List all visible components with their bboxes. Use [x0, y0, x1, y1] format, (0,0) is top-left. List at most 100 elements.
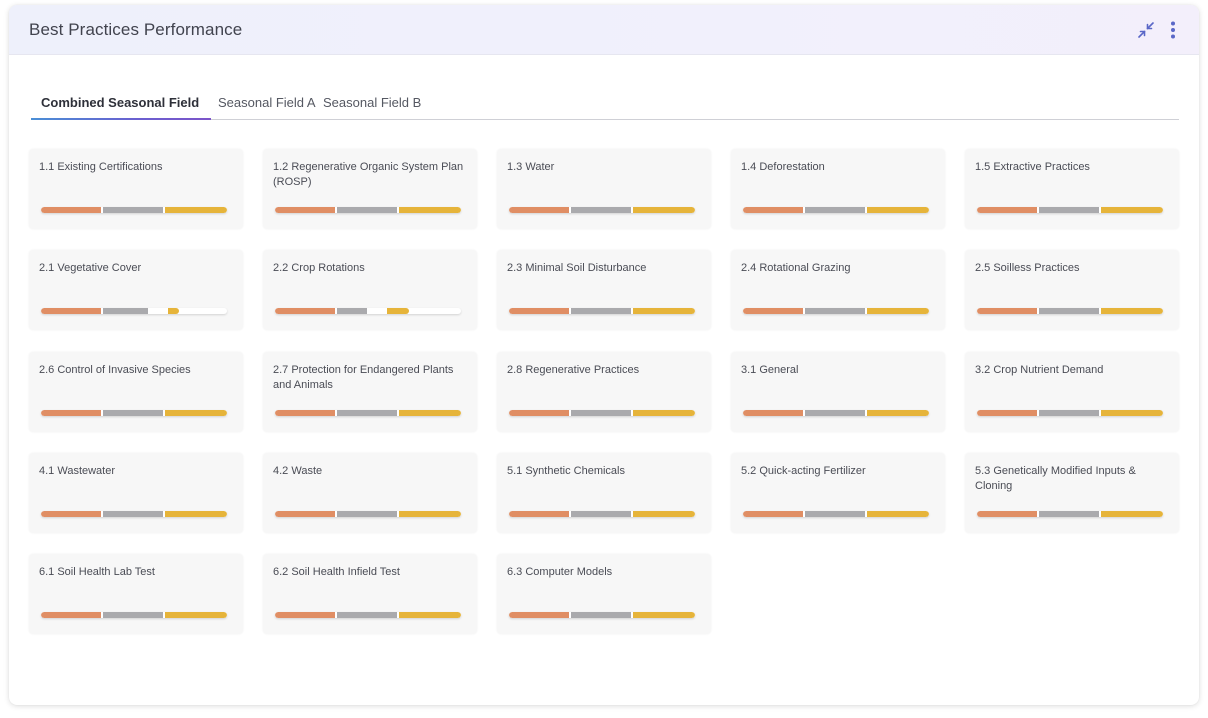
progress-segment-yellow: [633, 207, 695, 213]
progress-segment-orange: [41, 612, 101, 618]
practice-progress-bar: [977, 308, 1163, 314]
progress-segment-yellow: [633, 410, 695, 416]
progress-segment-yellow: [165, 612, 227, 618]
practice-card[interactable]: 4.1 Wastewater: [29, 453, 243, 533]
practice-card[interactable]: 6.1 Soil Health Lab Test: [29, 554, 243, 634]
practice-card[interactable]: 6.2 Soil Health Infield Test: [263, 554, 477, 634]
practice-progress-bar: [977, 410, 1163, 416]
progress-segment-yellow: [387, 308, 409, 314]
progress-segment-gray: [337, 308, 367, 314]
practice-card-label: 6.1 Soil Health Lab Test: [39, 566, 155, 578]
progress-segment-gray: [337, 207, 397, 213]
practice-card[interactable]: 3.1 General: [731, 352, 945, 432]
progress-segment-gray: [805, 308, 865, 314]
progress-segment-gray: [805, 410, 865, 416]
progress-segment-gray: [1039, 308, 1099, 314]
practice-card[interactable]: 2.1 Vegetative Cover: [29, 250, 243, 330]
practice-progress-bar: [41, 511, 227, 517]
practice-card[interactable]: 2.8 Regenerative Practices: [497, 352, 711, 432]
practice-progress-bar: [41, 308, 227, 314]
practice-card-label: 6.2 Soil Health Infield Test: [273, 566, 400, 578]
practice-card[interactable]: 2.7 Protection for Endangered Plants and…: [263, 352, 477, 432]
practice-card[interactable]: 1.3 Water: [497, 149, 711, 229]
progress-segment-orange: [275, 612, 335, 618]
practice-card[interactable]: 1.2 Regenerative Organic System Plan (RO…: [263, 149, 477, 229]
practice-progress-bar: [275, 410, 461, 416]
practice-progress-bar: [509, 511, 695, 517]
progress-segment-gray: [337, 612, 397, 618]
progress-segment-gray: [571, 410, 631, 416]
progress-segment-orange: [509, 612, 569, 618]
progress-segment-orange: [41, 511, 101, 517]
progress-segment-gray: [337, 410, 397, 416]
practice-card-label: 2.5 Soilless Practices: [975, 262, 1080, 274]
practice-card-label: 4.2 Waste: [273, 465, 323, 477]
progress-segment-orange: [509, 410, 569, 416]
practice-progress-bar: [509, 308, 695, 314]
progress-segment-yellow: [399, 207, 461, 213]
practice-progress-bar: [275, 207, 461, 213]
practice-card-label: 2.1 Vegetative Cover: [39, 262, 142, 274]
practice-card-label: 2.3 Minimal Soil Disturbance: [507, 262, 647, 274]
progress-segment-orange: [743, 511, 803, 517]
practice-card[interactable]: 4.2 Waste: [263, 453, 477, 533]
progress-segment-gray: [571, 612, 631, 618]
progress-segment-yellow: [1101, 207, 1163, 213]
progress-segment-yellow: [633, 511, 695, 517]
progress-segment-yellow: [1101, 511, 1163, 517]
practice-progress-bar: [275, 511, 461, 517]
practice-card-label: 2.2 Crop Rotations: [273, 262, 365, 274]
practice-card[interactable]: 5.2 Quick-acting Fertilizer: [731, 453, 945, 533]
practice-card[interactable]: 1.4 Deforestation: [731, 149, 945, 229]
progress-segment-gray: [337, 511, 397, 517]
progress-segment-gray: [805, 511, 865, 517]
best-practices-panel: Best Practices Performance Combined Seas…: [9, 5, 1199, 705]
practice-progress-bar: [743, 410, 929, 416]
progress-segment-orange: [275, 511, 335, 517]
progress-segment-yellow: [399, 612, 461, 618]
progress-segment-orange: [977, 410, 1037, 416]
practice-card[interactable]: 1.5 Extractive Practices: [965, 149, 1179, 229]
practice-card-label: 1.2 Regenerative Organic System Plan (RO…: [273, 161, 464, 188]
practice-progress-bar: [977, 511, 1163, 517]
practice-card-label: 2.8 Regenerative Practices: [507, 364, 640, 376]
progress-segment-gray: [1039, 207, 1099, 213]
practice-card[interactable]: 2.3 Minimal Soil Disturbance: [497, 250, 711, 330]
practice-card-label: 2.7 Protection for Endangered Plants and…: [273, 364, 454, 391]
progress-segment-orange: [743, 410, 803, 416]
progress-segment-orange: [743, 308, 803, 314]
practice-card[interactable]: 2.6 Control of Invasive Species: [29, 352, 243, 432]
practice-progress-bar: [509, 612, 695, 618]
practice-card-label: 3.1 General: [741, 364, 799, 376]
progress-segment-gray: [571, 207, 631, 213]
practice-card[interactable]: 1.1 Existing Certifications: [29, 149, 243, 229]
practice-card[interactable]: 3.2 Crop Nutrient Demand: [965, 352, 1179, 432]
practice-progress-bar: [41, 410, 227, 416]
practice-progress-bar: [275, 612, 461, 618]
progress-segment-gray: [571, 511, 631, 517]
progress-segment-yellow: [1101, 410, 1163, 416]
practice-card[interactable]: 2.4 Rotational Grazing: [731, 250, 945, 330]
practice-card[interactable]: 2.2 Crop Rotations: [263, 250, 477, 330]
practice-card[interactable]: 5.1 Synthetic Chemicals: [497, 453, 711, 533]
progress-segment-gray: [1039, 511, 1099, 517]
progress-segment-gray: [571, 308, 631, 314]
progress-segment-orange: [977, 308, 1037, 314]
progress-segment-yellow: [633, 308, 695, 314]
progress-segment-yellow: [168, 308, 179, 314]
progress-segment-yellow: [165, 207, 227, 213]
practice-card-label: 1.3 Water: [507, 161, 555, 173]
practice-card[interactable]: 6.3 Computer Models: [497, 554, 711, 634]
progress-segment-gray: [1039, 410, 1099, 416]
progress-segment-orange: [509, 207, 569, 213]
progress-segment-gray: [805, 207, 865, 213]
practice-card-label: 1.4 Deforestation: [741, 161, 825, 173]
practice-card[interactable]: 2.5 Soilless Practices: [965, 250, 1179, 330]
progress-segment-gray: [103, 612, 163, 618]
practice-card[interactable]: 5.3 Genetically Modified Inputs & Clonin…: [965, 453, 1179, 533]
progress-segment-orange: [275, 207, 335, 213]
progress-segment-yellow: [165, 410, 227, 416]
practice-progress-bar: [275, 308, 461, 314]
practice-card-label: 5.3 Genetically Modified Inputs & Clonin…: [975, 465, 1136, 492]
progress-segment-yellow: [1101, 308, 1163, 314]
